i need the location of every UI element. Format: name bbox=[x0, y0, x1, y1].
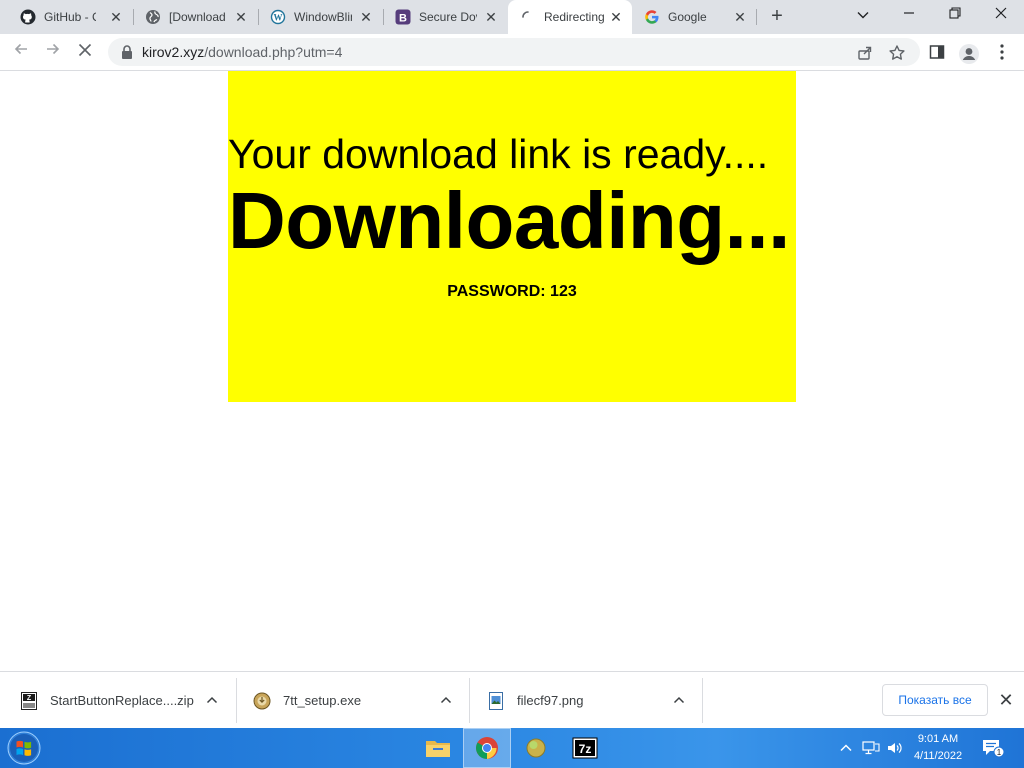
download-separator bbox=[702, 678, 703, 723]
notification-center-icon[interactable]: 1 bbox=[982, 738, 1005, 758]
download-item[interactable]: filecf97.png bbox=[487, 678, 584, 723]
ready-heading: Your download link is ready.... bbox=[228, 131, 769, 177]
download-separator bbox=[236, 678, 237, 723]
forward-arrow-icon[interactable] bbox=[40, 39, 66, 65]
clock-date: 4/11/2022 bbox=[913, 750, 963, 762]
tray-chevron-up-icon[interactable] bbox=[838, 740, 854, 756]
browser-toolbar: kirov2.xyz/download.php?utm=4 bbox=[0, 34, 1024, 71]
bootstrap-icon: B bbox=[395, 9, 411, 25]
svg-text:7z: 7z bbox=[579, 742, 592, 756]
downloading-heading: Downloading... bbox=[228, 176, 790, 265]
url-text[interactable]: kirov2.xyz/download.php?utm=4 bbox=[142, 44, 342, 60]
download-shelf: Z StartButtonReplace....zip 7tt_setup.ex… bbox=[0, 671, 1024, 728]
tab-search-icon[interactable] bbox=[840, 0, 886, 30]
close-tab-icon[interactable]: ✕ bbox=[233, 9, 249, 25]
download-filename: 7tt_setup.exe bbox=[283, 693, 362, 708]
loading-spinner-icon bbox=[520, 9, 536, 25]
page-content: Your download link is ready.... Download… bbox=[0, 71, 1024, 671]
close-tab-icon[interactable]: ✕ bbox=[483, 9, 499, 25]
lock-icon[interactable] bbox=[120, 44, 134, 60]
tab-title: Redirecting bbox=[544, 10, 605, 24]
image-file-icon bbox=[487, 691, 505, 710]
svg-text:Z: Z bbox=[27, 695, 32, 702]
start-button-icon[interactable] bbox=[4, 730, 44, 766]
download-filename: StartButtonReplace....zip bbox=[50, 693, 194, 708]
bookmark-star-icon[interactable] bbox=[888, 44, 906, 62]
tab-redirecting[interactable]: Redirecting ✕ bbox=[508, 0, 632, 34]
notification-count: 1 bbox=[997, 748, 1002, 757]
tab-secure-download[interactable]: B Secure Dov ✕ bbox=[383, 0, 507, 34]
download-banner: Your download link is ready.... Download… bbox=[228, 71, 796, 402]
url-path: /download.php?utm=4 bbox=[204, 44, 343, 60]
close-tab-icon[interactable]: ✕ bbox=[732, 9, 748, 25]
screen: GitHub - Ca ✕ [Download ✕ W WindowBlin ✕… bbox=[0, 0, 1024, 768]
tab-title: Secure Dov bbox=[419, 10, 477, 24]
network-icon[interactable] bbox=[862, 740, 880, 756]
globe-icon bbox=[145, 9, 161, 25]
zip-archive-icon: Z bbox=[20, 691, 38, 710]
tab-separator bbox=[756, 9, 757, 25]
download-filename: filecf97.png bbox=[517, 693, 584, 708]
clock-time: 9:01 AM bbox=[917, 733, 959, 745]
tab-title: WindowBlin bbox=[294, 10, 352, 24]
app-orb-icon[interactable] bbox=[512, 728, 560, 768]
chrome-icon[interactable] bbox=[463, 728, 511, 768]
tab-strip: GitHub - Ca ✕ [Download ✕ W WindowBlin ✕… bbox=[0, 0, 1024, 34]
window-close-icon[interactable] bbox=[978, 0, 1024, 30]
tab-title: GitHub - Ca bbox=[44, 10, 96, 24]
svg-text:W: W bbox=[274, 13, 283, 23]
menu-dots-icon[interactable] bbox=[994, 43, 1014, 63]
chevron-up-icon[interactable] bbox=[439, 693, 453, 707]
tab-windowblinds[interactable]: W WindowBlin ✕ bbox=[258, 0, 382, 34]
windows-taskbar: 7z 9:01 AM 4/11/2022 1 bbox=[0, 728, 1024, 768]
password-text: PASSWORD: 123 bbox=[447, 283, 577, 300]
download-item[interactable]: Z StartButtonReplace....zip bbox=[20, 678, 194, 723]
svg-text:B: B bbox=[399, 13, 407, 25]
installer-icon bbox=[253, 692, 271, 710]
file-explorer-icon[interactable] bbox=[414, 728, 462, 768]
close-tab-icon[interactable]: ✕ bbox=[358, 9, 374, 25]
chevron-up-icon[interactable] bbox=[672, 693, 686, 707]
stop-loading-icon[interactable] bbox=[72, 39, 98, 65]
minimize-icon[interactable] bbox=[886, 0, 932, 30]
close-tab-icon[interactable]: ✕ bbox=[108, 9, 124, 25]
chevron-up-icon[interactable] bbox=[205, 693, 219, 707]
profile-avatar-icon[interactable] bbox=[958, 43, 979, 64]
side-panel-icon[interactable] bbox=[928, 43, 948, 63]
tab-title: Google bbox=[668, 10, 707, 24]
tab-google[interactable]: Google ✕ bbox=[632, 0, 756, 34]
volume-icon[interactable] bbox=[886, 740, 902, 756]
share-icon[interactable] bbox=[856, 44, 874, 62]
google-icon bbox=[644, 9, 660, 25]
tab-github[interactable]: GitHub - Ca ✕ bbox=[8, 0, 132, 34]
system-clock[interactable]: 9:01 AM 4/11/2022 bbox=[906, 731, 970, 765]
tab-title: [Download bbox=[169, 10, 225, 24]
new-tab-button[interactable]: + bbox=[764, 5, 790, 29]
address-bar[interactable]: kirov2.xyz/download.php?utm=4 bbox=[108, 38, 920, 66]
close-tab-icon[interactable]: ✕ bbox=[608, 9, 624, 25]
github-icon bbox=[20, 9, 36, 25]
download-separator bbox=[469, 678, 470, 723]
download-item[interactable]: 7tt_setup.exe bbox=[253, 678, 361, 723]
wordpress-icon: W bbox=[270, 9, 286, 25]
tab-download[interactable]: [Download ✕ bbox=[133, 0, 257, 34]
back-arrow-icon[interactable] bbox=[8, 39, 34, 65]
url-host: kirov2.xyz bbox=[142, 44, 205, 60]
close-shelf-icon[interactable]: ✕ bbox=[996, 690, 1016, 710]
restore-icon[interactable] bbox=[932, 0, 978, 30]
show-all-button[interactable]: Показать все bbox=[882, 684, 988, 716]
7zip-icon[interactable]: 7z bbox=[561, 728, 609, 768]
